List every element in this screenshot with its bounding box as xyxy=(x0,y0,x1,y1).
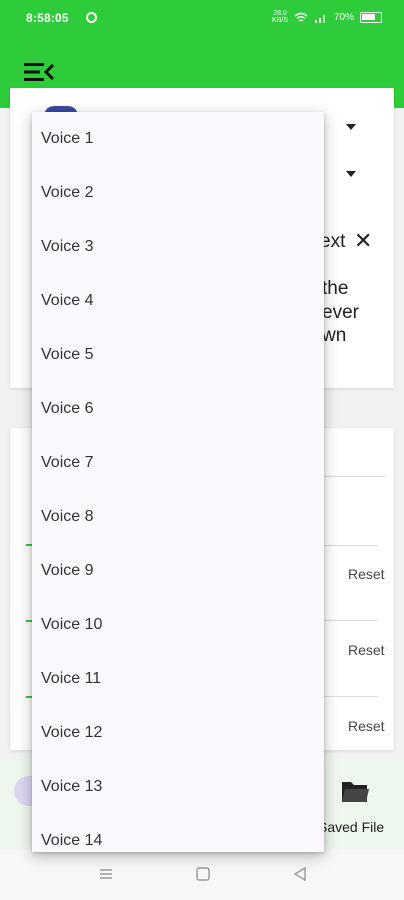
voice-option[interactable]: Voice 13 xyxy=(32,760,324,814)
slider-track[interactable] xyxy=(324,545,378,546)
wifi-icon xyxy=(294,12,308,22)
status-time: 8:58:05 xyxy=(26,11,69,25)
voice-option[interactable]: Voice 4 xyxy=(32,274,324,328)
lines-recents-icon[interactable] xyxy=(98,866,114,882)
text-fragment: wn xyxy=(322,325,347,346)
voice-option[interactable]: Voice 5 xyxy=(32,328,324,382)
reset-button[interactable]: Reset xyxy=(348,566,385,582)
voice-option[interactable]: Voice 14 xyxy=(32,814,324,852)
text-fragment: the xyxy=(322,278,349,299)
sync-icon xyxy=(86,12,97,23)
network-speed-value: 28.0 xyxy=(273,10,287,17)
voice-option[interactable]: Voice 10 xyxy=(32,598,324,652)
menu-collapse-icon[interactable] xyxy=(22,60,56,84)
voice-option[interactable]: Voice 8 xyxy=(32,490,324,544)
voice-option[interactable]: Voice 7 xyxy=(32,436,324,490)
text-fragment: ever xyxy=(322,302,359,323)
system-nav-bar xyxy=(0,850,404,900)
battery-percent: 70% xyxy=(333,11,354,23)
signal-icon xyxy=(314,14,325,23)
battery-icon xyxy=(360,11,382,23)
voice-option[interactable]: Voice 3 xyxy=(32,220,324,274)
status-bar: 8:58:05 28.0 KB/S 70% xyxy=(0,0,404,36)
square-home-icon[interactable] xyxy=(195,866,211,882)
divider xyxy=(324,476,386,477)
voice-option[interactable]: Voice 1 xyxy=(32,112,324,166)
saved-file-label[interactable]: Saved File xyxy=(318,819,384,835)
close-icon[interactable]: ✕ xyxy=(354,228,372,254)
chevron-down-icon[interactable] xyxy=(346,124,356,130)
voice-option[interactable]: Voice 9 xyxy=(32,544,324,598)
voice-option[interactable]: Voice 6 xyxy=(32,382,324,436)
voice-option[interactable]: Voice 2 xyxy=(32,166,324,220)
voice-dropdown-menu: Voice 1 Voice 2 Voice 3 Voice 4 Voice 5 … xyxy=(32,112,324,852)
voice-option[interactable]: Voice 12 xyxy=(32,706,324,760)
network-speed: 28.0 KB/S xyxy=(272,10,288,24)
slider-track[interactable] xyxy=(324,696,378,697)
voice-option[interactable]: Voice 11 xyxy=(32,652,324,706)
network-speed-unit: KB/S xyxy=(272,17,288,24)
triangle-back-icon[interactable] xyxy=(292,866,308,882)
chevron-down-icon[interactable] xyxy=(346,171,356,177)
reset-button[interactable]: Reset xyxy=(348,642,385,658)
reset-button[interactable]: Reset xyxy=(348,718,385,734)
status-right: 28.0 KB/S 70% xyxy=(272,10,382,24)
slider-track[interactable] xyxy=(324,620,378,621)
folder-icon[interactable] xyxy=(340,778,370,804)
